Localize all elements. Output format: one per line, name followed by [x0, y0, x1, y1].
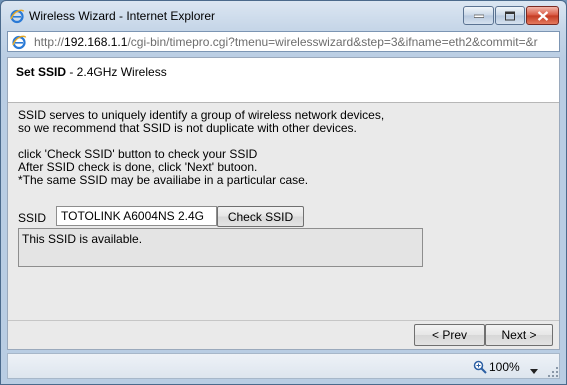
prev-button[interactable]: < Prev: [414, 324, 485, 346]
ssid-label: SSID: [18, 211, 47, 225]
title-bar[interactable]: Wireless Wizard - Internet Explorer: [1, 1, 566, 29]
close-button[interactable]: [526, 6, 559, 25]
next-button[interactable]: Next >: [485, 324, 553, 346]
zoom-icon[interactable]: [473, 360, 487, 374]
url-text[interactable]: http://192.168.1.1/cgi-bin/timepro.cgi?t…: [34, 35, 538, 49]
ssid-result-text: This SSID is available.: [22, 232, 143, 246]
page-title-bold: Set SSID: [16, 65, 67, 79]
zoom-level[interactable]: 100%: [489, 360, 520, 374]
page-title: Set SSID - 2.4GHz Wireless: [16, 65, 167, 79]
minimize-button[interactable]: [463, 6, 494, 25]
address-bar[interactable]: http://192.168.1.1/cgi-bin/timepro.cgi?t…: [7, 31, 560, 52]
url-host: 192.168.1.1: [64, 35, 128, 49]
ssid-input[interactable]: [56, 206, 217, 226]
footer-divider: [8, 320, 559, 321]
page-header: Set SSID - 2.4GHz Wireless: [8, 58, 559, 103]
description-line: *The same SSID may be availiabe in a par…: [18, 173, 309, 187]
page-icon: [11, 34, 27, 50]
page-title-rest: - 2.4GHz Wireless: [66, 65, 167, 79]
page-content: Set SSID - 2.4GHz Wireless SSID serves t…: [7, 57, 560, 350]
description-text: SSID serves to uniquely identify a group…: [18, 109, 384, 187]
browser-window: Wireless Wizard - Internet Explorer http…: [0, 0, 567, 385]
window-title: Wireless Wizard - Internet Explorer: [29, 9, 216, 23]
maximize-icon: [505, 11, 515, 20]
check-ssid-button[interactable]: Check SSID: [217, 206, 304, 227]
close-icon: [537, 10, 548, 21]
minimize-icon: [473, 14, 484, 18]
resize-grip-icon[interactable]: [548, 367, 559, 378]
zoom-dropdown-icon[interactable]: [530, 364, 538, 374]
ssid-result-box: This SSID is available.: [18, 228, 423, 267]
status-bar: 100%: [7, 353, 560, 379]
url-prefix: http://: [34, 35, 65, 49]
internet-explorer-icon: [9, 8, 25, 24]
maximize-button[interactable]: [495, 6, 525, 25]
url-path: /cgi-bin/timepro.cgi?tmenu=wirelesswizar…: [127, 35, 538, 49]
description-line: so we recommend that SSID is not duplica…: [18, 121, 357, 135]
